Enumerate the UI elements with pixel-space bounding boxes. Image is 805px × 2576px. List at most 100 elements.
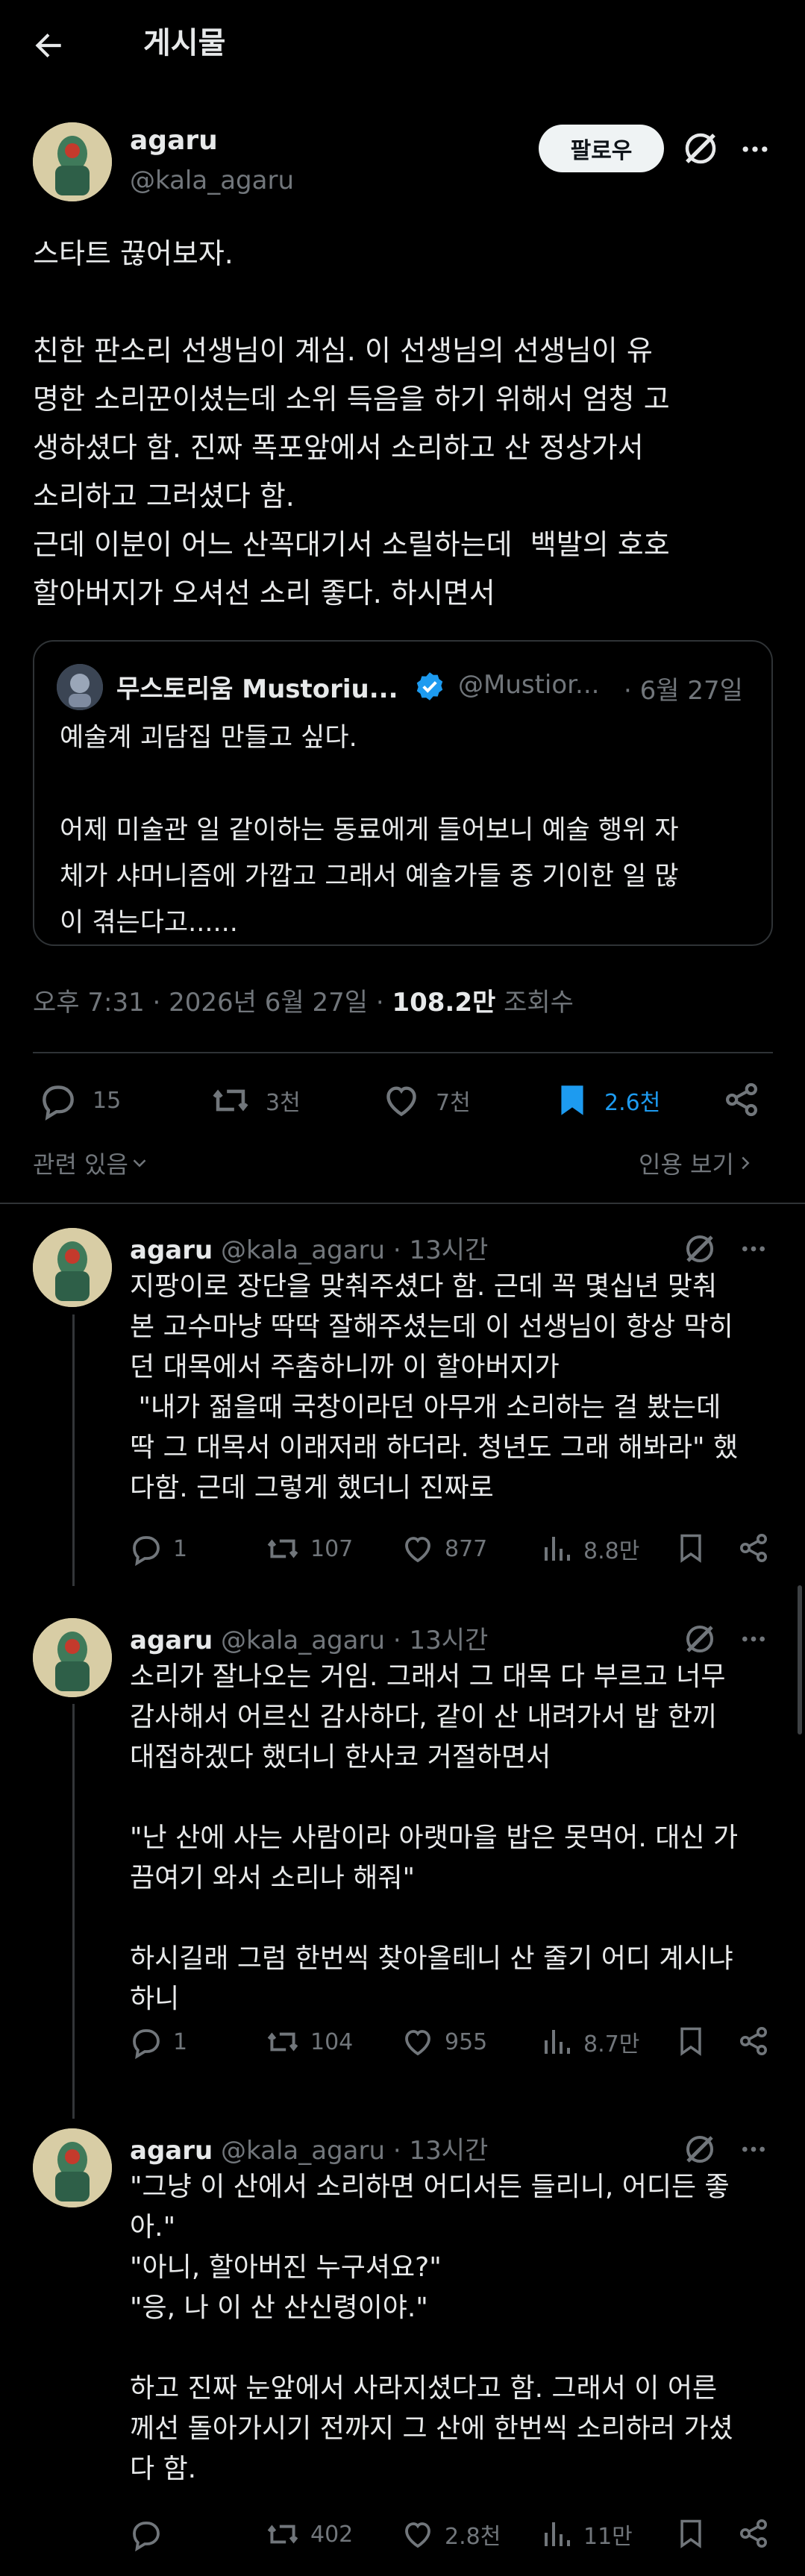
bookmark-action[interactable] <box>674 1530 707 1566</box>
reply-action[interactable]: 1 <box>128 2023 187 2061</box>
divider <box>0 1203 805 1204</box>
scrollbar-thumb[interactable] <box>798 1585 802 1734</box>
views-action[interactable]: 8.7만 <box>539 2023 639 2061</box>
reply-count: 15 <box>93 1087 122 1114</box>
quoted-post[interactable]: 무스토리움 Mustoriu... @Mustior... · 6월 27일 예… <box>33 640 773 946</box>
view-quotes-link[interactable]: 인용 보기 <box>639 1146 757 1180</box>
heart-icon <box>405 2522 430 2548</box>
share-action[interactable] <box>736 2516 771 2551</box>
quote-author-handle[interactable]: @Mustior... <box>458 670 599 700</box>
more-button[interactable] <box>739 1234 768 1264</box>
thread-line <box>72 1314 75 1586</box>
reply-time[interactable]: · 13시간 <box>393 2136 488 2166</box>
quote-date[interactable]: · 6월 27일 <box>624 670 743 706</box>
more-dots-icon <box>742 146 768 152</box>
reply-count: 1 <box>173 2028 188 2055</box>
like-action[interactable]: 2.8천 <box>400 2516 501 2553</box>
reply-icon <box>133 1536 160 1567</box>
quote-text: 예술계 괴담집 만들고 싶다. 어제 미술관 일 같이하는 동료에게 들어보니 … <box>60 723 679 938</box>
more-dots-icon <box>742 1246 765 1252</box>
avatar[interactable] <box>33 2128 112 2207</box>
author-handle[interactable]: @kala_agaru <box>221 1626 385 1655</box>
views-icon <box>545 1537 570 1561</box>
bookmark-action[interactable] <box>674 2023 707 2059</box>
post-time[interactable]: 오후 7:31 · 2026년 6월 27일 · <box>33 988 392 1018</box>
back-arrow-icon <box>35 33 61 58</box>
reply-text: 지팡이로 장단을 맞춰주셨다 함. 근데 꼭 몇십년 맞춰 본 고수마냥 딱딱 … <box>130 1271 739 1503</box>
grok-button[interactable] <box>682 1231 718 1267</box>
views-icon <box>545 2522 570 2546</box>
author-name[interactable]: agaru <box>130 125 218 156</box>
repost-stat[interactable]: 3천 <box>209 1082 301 1119</box>
more-button[interactable] <box>739 133 771 166</box>
repost-count: 107 <box>310 1535 354 1562</box>
author-handle[interactable]: @kala_agaru <box>130 166 294 195</box>
repost-icon <box>213 1089 248 1112</box>
bookmark-action[interactable] <box>674 2516 707 2551</box>
views-action[interactable]: 11만 <box>539 2516 633 2553</box>
repost-action[interactable]: 402 <box>264 2516 353 2553</box>
repost-action[interactable]: 104 <box>264 2023 353 2061</box>
grok-icon <box>686 2136 713 2163</box>
back-button[interactable] <box>30 27 67 64</box>
grok-button[interactable] <box>682 2131 718 2167</box>
reply-text: "그냥 이 산에서 소리하면 어디서든 들리니, 어디든 좋 아." "아니, … <box>130 2172 733 2484</box>
like-count: 955 <box>445 2028 488 2055</box>
share-icon <box>740 1534 767 1562</box>
avatar[interactable] <box>33 1228 112 1307</box>
reply-icon <box>133 2029 160 2060</box>
reply-action[interactable] <box>128 2516 173 2553</box>
author-handle[interactable]: @kala_agaru <box>221 2136 385 2166</box>
views-count: 8.7만 <box>583 2031 640 2058</box>
chevron-right-icon <box>742 1156 750 1170</box>
views-icon <box>545 2030 570 2054</box>
views-count: 108.2만 <box>392 988 496 1018</box>
reply-count: 1 <box>173 1535 188 1562</box>
post-meta: 오후 7:31 · 2026년 6월 27일 · 108.2만 조회수 <box>33 982 574 1018</box>
repost-count: 402 <box>310 2521 354 2548</box>
chevron-down-icon <box>133 1159 146 1168</box>
repost-icon <box>267 2032 298 2052</box>
reply-time[interactable]: · 13시간 <box>393 1626 488 1655</box>
quotes-label: 인용 보기 <box>639 1150 734 1179</box>
like-stat[interactable]: 7천 <box>380 1082 471 1119</box>
author-name[interactable]: agaru <box>130 2136 213 2166</box>
avatar[interactable] <box>33 1618 112 1697</box>
grok-button[interactable] <box>682 1621 718 1657</box>
author-handle[interactable]: @kala_agaru <box>221 1235 385 1265</box>
heart-icon <box>405 1537 430 1563</box>
reply-time[interactable]: · 13시간 <box>393 1235 488 1265</box>
reply-stat[interactable]: 15 <box>37 1082 122 1121</box>
heart-icon <box>386 1086 416 1117</box>
related-filter[interactable]: 관련 있음 <box>33 1146 151 1180</box>
more-button[interactable] <box>739 1624 768 1654</box>
grok-button[interactable] <box>680 128 721 169</box>
divider <box>33 1052 773 1053</box>
views-count: 8.8만 <box>583 1538 640 1564</box>
repost-count: 104 <box>310 2028 354 2055</box>
quote-author-name[interactable]: 무스토리움 Mustoriu... <box>116 668 398 705</box>
bookmark-stat[interactable]: 2.6천 <box>554 1082 660 1119</box>
like-action[interactable]: 877 <box>400 1530 487 1567</box>
bookmark-icon <box>680 2027 701 2056</box>
quote-avatar[interactable] <box>57 664 103 710</box>
reply-header: agaru @kala_agaru · 13시간 <box>130 2130 488 2166</box>
grok-icon <box>685 133 716 164</box>
share-icon <box>740 2027 767 2055</box>
repost-icon <box>267 2525 298 2544</box>
author-name[interactable]: agaru <box>130 1235 213 1265</box>
views-action[interactable]: 8.8만 <box>539 1530 639 1567</box>
like-action[interactable]: 955 <box>400 2023 487 2061</box>
reply-header: agaru @kala_agaru · 13시간 <box>130 1620 488 1656</box>
repost-action[interactable]: 107 <box>264 1530 353 1567</box>
more-button[interactable] <box>739 2134 768 2164</box>
post-text: 스타트 끊어보자. 친한 판소리 선생님이 계심. 이 선생님의 선생님이 유 … <box>33 237 670 609</box>
avatar[interactable] <box>33 122 112 201</box>
heart-icon <box>405 2030 430 2056</box>
follow-button[interactable]: 팔로우 <box>539 125 664 172</box>
author-name[interactable]: agaru <box>130 1626 213 1655</box>
share-button[interactable] <box>721 1079 762 1121</box>
reply-action[interactable]: 1 <box>128 1530 187 1567</box>
share-action[interactable] <box>736 1530 771 1566</box>
share-action[interactable] <box>736 2023 771 2059</box>
